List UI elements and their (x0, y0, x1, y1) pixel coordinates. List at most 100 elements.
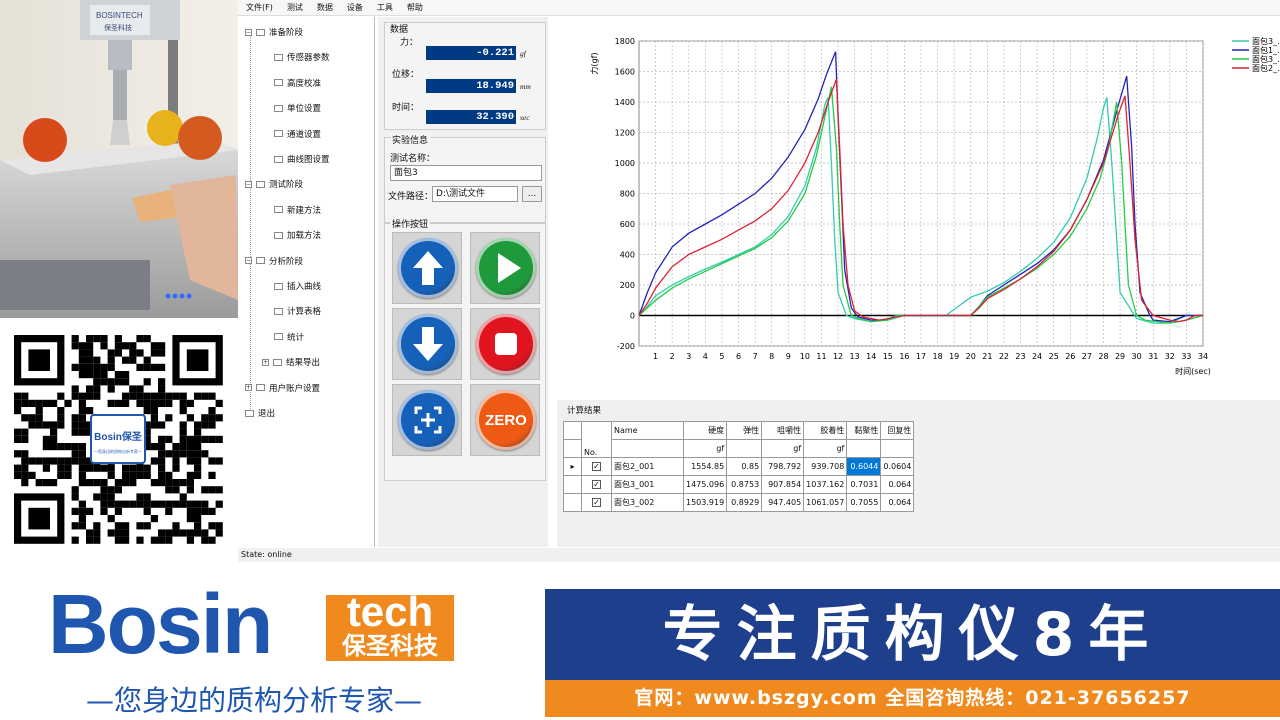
folder-icon (274, 333, 283, 341)
menu-device[interactable]: 设备 (347, 2, 363, 13)
results-table: No. Name 硬度 弹性 咀嚼性 胶着性 黏聚性 回复性 gf gf gf ▸ ✓ 面包2_001 15… (563, 421, 915, 512)
row-value: 0.85 (726, 457, 763, 476)
row-value: 0.7055 (846, 493, 882, 512)
capture-button[interactable] (392, 384, 462, 456)
x-tick-label: 25 (1049, 352, 1059, 361)
tree-item-5[interactable]: 曲线图设置 (262, 152, 330, 166)
checkbox[interactable]: ✓ (592, 462, 601, 471)
x-tick-label: 31 (1148, 352, 1158, 361)
row-value: 0.8753 (726, 475, 763, 494)
test-name-input[interactable]: 面包3 (390, 165, 542, 181)
tree-item-8[interactable]: 加载方法 (262, 228, 321, 242)
row-name: 面包3_001 (611, 475, 684, 494)
tree-item-12[interactable]: 统计 (262, 330, 304, 344)
x-tick-label: 10 (800, 352, 810, 361)
experiment-group-title: 实验信息 (390, 133, 431, 146)
menu-file[interactable]: 文件(F) (246, 2, 273, 13)
tree-item-3[interactable]: 单位设置 (262, 101, 321, 115)
chart-svg: 1 2 3 4 5 6 7 8 9 10 11 12 13 14 15 16 17 18 19 20 21 22 23 24 2… (589, 36, 1280, 376)
checkbox[interactable]: ✓ (592, 480, 601, 489)
tree-item-label: 新建方法 (287, 205, 322, 216)
folder-icon (274, 206, 283, 214)
tree-item-11[interactable]: 计算表格 (262, 304, 321, 318)
menu-data[interactable]: 数据 (317, 2, 333, 13)
qr-logo-text: Bosin保圣 (94, 432, 142, 443)
up-button[interactable] (392, 232, 462, 304)
tree-item-6[interactable]: − 测试阶段 (245, 177, 303, 191)
x-tick-label: 24 (1032, 352, 1042, 361)
operations-group-title: 操作按钮 (390, 217, 431, 230)
qr-code: Bosin保圣 —您身边的质构分析专家— (12, 334, 224, 544)
tree-item-0[interactable]: − 准备阶段 (245, 25, 303, 39)
time-unit: sec (520, 113, 530, 122)
folder-icon (273, 358, 282, 366)
table-row[interactable]: ▸ ✓ 面包2_001 1554.85 0.85 798.792 939.708 0.6044… (563, 457, 915, 476)
row-name: 面包3_002 (611, 493, 684, 512)
collapse-icon[interactable]: − (245, 180, 252, 188)
row-value: 1475.096 (682, 475, 728, 494)
folder-icon (274, 231, 283, 239)
stop-icon (495, 333, 517, 355)
force-label: 力： (400, 38, 419, 48)
folder-icon (256, 257, 265, 265)
x-tick-label: 11 (816, 352, 826, 361)
tree-item-label: 高度校准 (287, 78, 322, 89)
browse-button[interactable]: ... (522, 186, 542, 202)
header-3: 弹性 (726, 421, 763, 440)
test-name-label: 测试名称： (390, 154, 436, 164)
row-value: 0.6044 (846, 457, 882, 476)
stop-button[interactable] (470, 308, 540, 380)
tree-item-4[interactable]: 通道设置 (262, 127, 321, 141)
y-tick-label: 1200 (615, 129, 635, 138)
x-tick-label: 4 (703, 352, 708, 361)
expand-icon[interactable]: + (262, 358, 269, 366)
button-face (398, 238, 458, 298)
table-row[interactable]: ✓ 面包3_002 1503.919 0.8929 947.405 1061.057 0.7… (563, 493, 915, 512)
camera-brand-cn-text: 保圣科技 (104, 23, 132, 32)
brand-logo-text: Bosin (48, 577, 273, 671)
x-tick-label: 21 (982, 352, 992, 361)
folder-icon (256, 384, 265, 392)
header-name: Name (611, 421, 684, 440)
expand-icon[interactable]: + (245, 384, 252, 392)
zero-button[interactable]: ZERO (470, 384, 540, 456)
x-tick-label: 6 (736, 352, 741, 361)
tree-item-13[interactable]: + 结果导出 (262, 355, 320, 369)
zero-label: ZERO (485, 412, 527, 429)
x-tick-label: 19 (949, 352, 959, 361)
table-row[interactable]: ✓ 面包3_001 1475.096 0.8753 907.854 1037.162 0.7… (563, 475, 915, 494)
folder-icon (274, 130, 283, 138)
row-checkbox-cell: ✓ (581, 493, 612, 512)
tree-item-2[interactable]: 高度校准 (262, 76, 321, 90)
unit-7 (880, 439, 915, 458)
tree-item-10[interactable]: 插入曲线 (262, 279, 321, 293)
tree-item-7[interactable]: 新建方法 (262, 203, 321, 217)
down-button[interactable] (392, 308, 462, 380)
start-button[interactable] (470, 232, 540, 304)
menu-test[interactable]: 测试 (287, 2, 303, 13)
unit-6 (846, 439, 882, 458)
collapse-icon[interactable]: − (245, 28, 252, 36)
tree-item-1[interactable]: 传感器参数 (262, 50, 330, 64)
menu-help[interactable]: 帮助 (407, 2, 423, 13)
button-face (476, 238, 536, 298)
collapse-icon[interactable]: − (245, 257, 252, 265)
tree-item-14[interactable]: + 用户账户设置 (245, 381, 320, 395)
force-time-chart: 1 2 3 4 5 6 7 8 9 10 11 12 13 14 15 16 17 18 19 20 21 22 23 24 2… (557, 21, 1280, 393)
y-axis-label: 力(gf) (589, 52, 599, 74)
row-value: 1503.919 (682, 493, 728, 512)
row-value: 0.064 (880, 493, 915, 512)
tree-item-label: 统计 (287, 332, 305, 343)
unit-2: gf (682, 439, 728, 458)
header-no: No. (581, 421, 612, 458)
tree-item-9[interactable]: − 分析阶段 (245, 254, 303, 268)
menu-tools[interactable]: 工具 (377, 2, 393, 13)
checkbox[interactable]: ✓ (592, 498, 601, 507)
force-readout: -0.221 (426, 46, 516, 60)
row-value: 907.854 (761, 475, 805, 494)
button-face: ZERO (476, 390, 536, 450)
y-tick-label: 600 (620, 220, 635, 229)
button-face (476, 314, 536, 374)
file-path-input[interactable]: D:\测试文件 (432, 186, 518, 202)
tree-item-15[interactable]: 退出 (245, 406, 275, 420)
